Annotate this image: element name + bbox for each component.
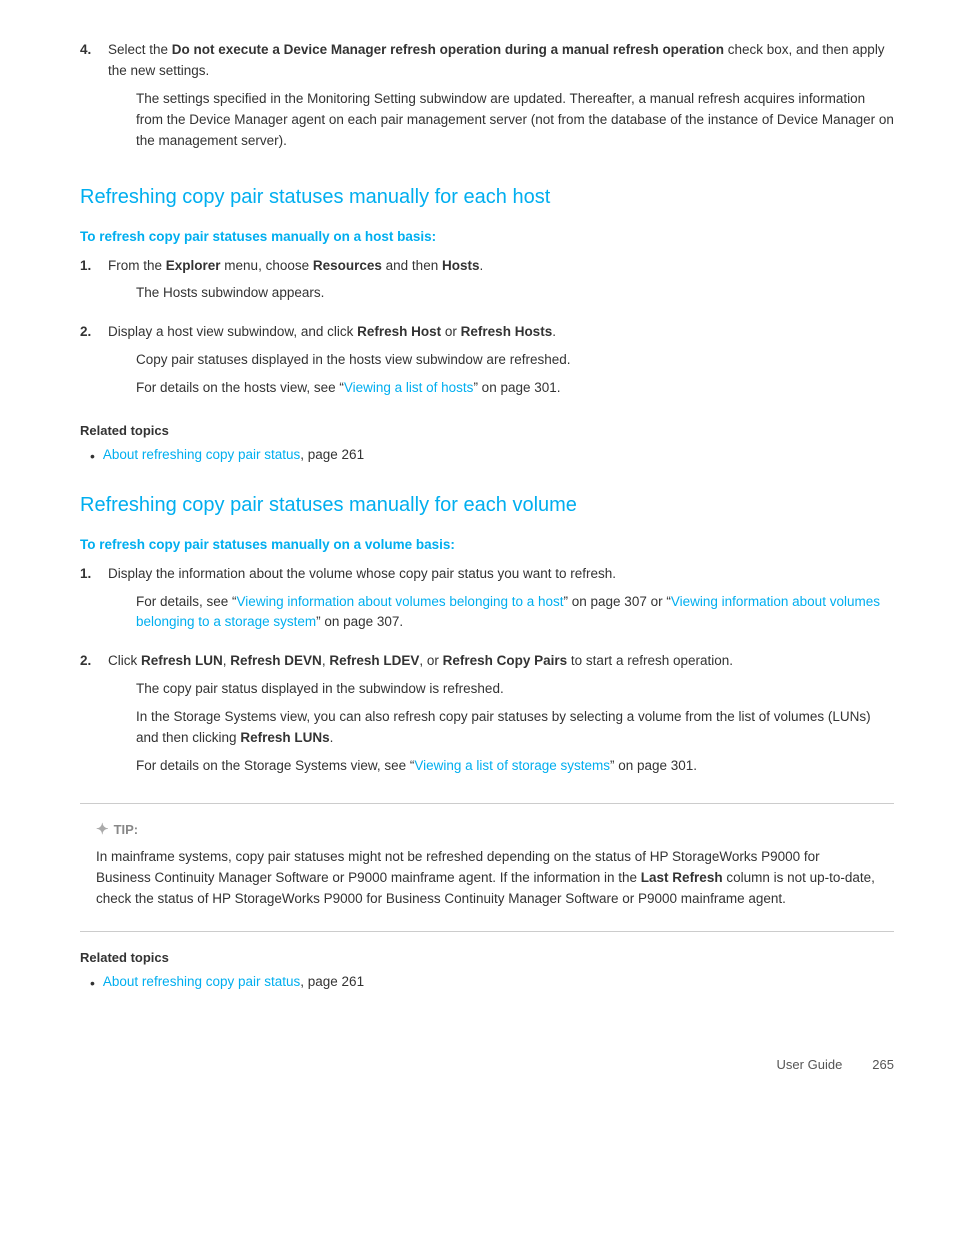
related-topics-section2: Related topics • About refreshing copy p… — [80, 948, 894, 995]
footer-label: User Guide — [777, 1055, 843, 1075]
bullet-item2: • About refreshing copy pair status, pag… — [90, 972, 894, 994]
about-refreshing-link1[interactable]: About refreshing copy pair status — [103, 447, 300, 462]
page-footer: User Guide 265 — [80, 1055, 894, 1075]
tip-box: ✦ TIP: In mainframe systems, copy pair s… — [80, 803, 894, 932]
hosts-label: Hosts — [442, 258, 480, 273]
s2-step1-content: Display the information about the volume… — [108, 564, 894, 642]
resources-label: Resources — [313, 258, 382, 273]
bullet-text1: About refreshing copy pair status, page … — [103, 445, 364, 466]
step-content: Select the Do not execute a Device Manag… — [108, 40, 894, 160]
refresh-hosts-label: Refresh Hosts — [461, 324, 553, 339]
s2-step2-notes: The copy pair status displayed in the su… — [136, 679, 894, 777]
bullet-dot1: • — [90, 445, 95, 467]
section1-step1: 1. From the Explorer menu, choose Resour… — [80, 256, 894, 313]
about-refreshing-link2[interactable]: About refreshing copy pair status — [103, 974, 300, 989]
step2-notes: Copy pair statuses displayed in the host… — [136, 350, 894, 399]
refresh-luns-label: Refresh LUNs — [240, 730, 329, 745]
refresh-host-label: Refresh Host — [357, 324, 441, 339]
section2-title: Refreshing copy pair statuses manually f… — [80, 490, 894, 521]
s2-step2-number: 2. — [80, 651, 108, 785]
viewing-hosts-link[interactable]: Viewing a list of hosts — [344, 380, 474, 395]
bullet-text2: About refreshing copy pair status, page … — [103, 972, 364, 993]
s2-step1-note: For details, see “Viewing information ab… — [136, 592, 894, 634]
tip-label: ✦ TIP: — [96, 818, 878, 841]
section1-title: Refreshing copy pair statuses manually f… — [80, 182, 894, 213]
step4-bold: Do not execute a Device Manager refresh … — [172, 42, 724, 57]
step1-note: The Hosts subwindow appears. — [136, 283, 894, 304]
intro-step4: 4. Select the Do not execute a Device Ma… — [80, 40, 894, 160]
section1-step2: 2. Display a host view subwindow, and cl… — [80, 322, 894, 407]
related-topics-heading2: Related topics — [80, 948, 894, 968]
step2-content: Display a host view subwindow, and click… — [108, 322, 894, 407]
bullet-dot2: • — [90, 972, 95, 994]
refresh-devn-label: Refresh DEVN — [230, 653, 322, 668]
step-number: 4. — [80, 40, 108, 160]
section2-subheading: To refresh copy pair statuses manually o… — [80, 535, 894, 556]
bullet-item1: • About refreshing copy pair status, pag… — [90, 445, 894, 467]
step2-number: 2. — [80, 322, 108, 407]
s2-step1-number: 1. — [80, 564, 108, 642]
last-refresh-label: Last Refresh — [641, 870, 723, 885]
explorer-label: Explorer — [166, 258, 221, 273]
refresh-lun-label: Refresh LUN — [141, 653, 223, 668]
viewing-volumes-host-link[interactable]: Viewing information about volumes belong… — [237, 594, 564, 609]
section1-subheading: To refresh copy pair statuses manually o… — [80, 227, 894, 248]
step4-note: The settings specified in the Monitoring… — [136, 89, 894, 152]
refresh-ldev-label: Refresh LDEV — [329, 653, 419, 668]
refresh-copy-pairs-label: Refresh Copy Pairs — [443, 653, 568, 668]
viewing-storage-link[interactable]: Viewing a list of storage systems — [414, 758, 610, 773]
section2-step2: 2. Click Refresh LUN, Refresh DEVN, Refr… — [80, 651, 894, 785]
step1-number: 1. — [80, 256, 108, 313]
section2-step1: 1. Display the information about the vol… — [80, 564, 894, 642]
tip-icon: ✦ — [96, 818, 109, 841]
step1-content: From the Explorer menu, choose Resources… — [108, 256, 894, 313]
related-topics-section1: Related topics • About refreshing copy p… — [80, 421, 894, 468]
s2-step2-content: Click Refresh LUN, Refresh DEVN, Refresh… — [108, 651, 894, 785]
related-topics-heading1: Related topics — [80, 421, 894, 441]
footer-page: 265 — [872, 1055, 894, 1075]
